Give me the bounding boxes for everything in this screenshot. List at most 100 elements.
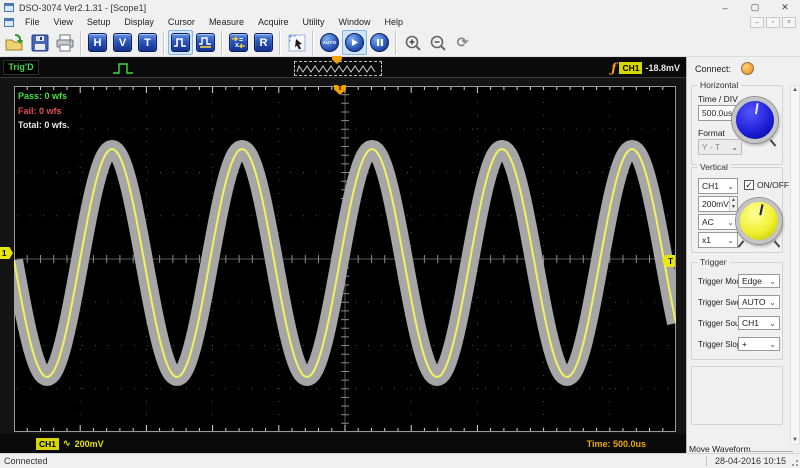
spin-down-icon[interactable]: ▼ [730,204,737,211]
horizontal-settings-button[interactable]: H [85,30,110,55]
horizontal-knob[interactable] [732,97,778,143]
channel1-position-marker[interactable]: 1 [0,247,13,259]
fail-count: Fail: 0 wfs [18,104,69,119]
onoff-label: ON/OFF [757,180,789,190]
menu-help[interactable]: Help [377,15,410,29]
zoom-in-icon [404,34,422,52]
datetime-status: 28-04-2016 10:15 [706,456,786,466]
auto-setup-button[interactable]: AUTO [317,30,342,55]
scope-status-strip: Trig'D ƒ CH1 -18.8mV [0,58,686,78]
minimize-button[interactable]: – [710,0,740,15]
volts-per-div-readout: 200mV [75,439,104,449]
save-floppy-icon [31,34,49,52]
open-file-button[interactable] [2,30,27,55]
math-xy-button[interactable]: x= [226,30,251,55]
scope-panel: Trig'D ƒ CH1 -18.8mV Pass: 0 wfs Fail: 0… [0,57,686,453]
app-icon [4,3,14,12]
menu-view[interactable]: View [47,15,80,29]
refresh-r-button[interactable]: R [251,30,276,55]
chevron-down-icon: ⌄ [731,143,738,152]
menu-setup[interactable]: Setup [80,15,118,29]
scroll-up-icon[interactable]: ▲ [791,87,799,93]
chevron-down-icon: ⌄ [769,298,776,307]
panel-scrollbar[interactable]: ▲ ▼ [790,85,800,445]
spin-up-icon[interactable]: ▲ [730,197,737,204]
move-waveform-slider[interactable] [745,451,793,452]
time-per-div-readout: Time: 500.0us [587,439,646,449]
title-bar: DSO-3074 Ver2.1.31 - [Scope1] – ▢ ✕ [0,0,800,15]
self-calibration-button[interactable]: ⟳ [450,30,475,55]
save-button[interactable] [27,30,52,55]
menu-acquire[interactable]: Acquire [251,15,296,29]
volts-div-stepper[interactable]: 200mV ▲▼ [698,196,738,212]
connect-led-icon [741,62,754,75]
letter-t-icon: T [138,33,157,52]
zoom-out-button[interactable] [425,30,450,55]
toolbar-separator [279,31,281,55]
refresh-circle-icon: ⟳ [457,34,469,51]
close-button[interactable]: ✕ [770,0,800,15]
vertical-knob[interactable] [736,198,782,244]
trigger-mode-select[interactable]: Edge⌄ [738,274,780,288]
channel1-badge: CH1 [36,438,59,450]
menu-utility[interactable]: Utility [295,15,331,29]
channel-select[interactable]: CH1⌄ [698,178,738,194]
pulse-mode-button[interactable] [168,30,193,55]
channel-onoff-checkbox[interactable]: ✓ ON/OFF [744,180,789,190]
trigger-sweep-select[interactable]: AUTO⌄ [738,295,780,309]
xy-arrows-icon: x= [231,35,246,50]
waveform-display[interactable] [14,86,676,432]
app-window: DSO-3074 Ver2.1.31 - [Scope1] – ▢ ✕ File… [0,0,800,468]
pause-button[interactable] [367,30,392,55]
horizontal-group-title: Horizontal [697,80,741,90]
menu-file[interactable]: File [18,15,47,29]
menu-window[interactable]: Window [331,15,377,29]
scope-readout-strip: CH1 ∿ 200mV Time: 500.0us [0,434,686,453]
probe-select[interactable]: x1⌄ [698,232,738,248]
checkmark-icon: ✓ [744,180,754,190]
print-button[interactable] [52,30,77,55]
menu-measure[interactable]: Measure [202,15,251,29]
svg-text:=: = [239,37,243,44]
toolbar-separator [312,31,314,55]
chevron-down-icon: ⌄ [727,218,734,227]
mdi-restore-button[interactable]: ▫ [766,17,780,28]
status-bar: Connected 28-04-2016 10:15 [0,453,800,468]
letter-v-icon: V [113,33,132,52]
connection-status: Connected [4,456,48,466]
resize-grip[interactable] [790,458,798,466]
toolbar-separator [395,31,397,55]
play-icon [350,38,359,47]
letter-r-icon: R [254,33,273,52]
menu-display[interactable]: Display [117,15,161,29]
window-title: DSO-3074 Ver2.1.31 - [Scope1] [19,3,146,13]
pulse-measure-icon [198,35,213,50]
pulse-icon [173,35,188,50]
letter-h-icon: H [88,33,107,52]
format-label: Format [698,128,725,138]
cursor-select-button[interactable] [284,30,309,55]
time-div-label: Time / DIV [698,94,738,104]
pulse-measure-button[interactable] [193,30,218,55]
trigger-settings-button[interactable]: T [135,30,160,55]
mdi-close-button[interactable]: × [782,17,796,28]
trigger-slope-icon: ƒ [611,61,616,75]
scroll-down-icon[interactable]: ▼ [791,437,799,443]
trigger-source-select[interactable]: CH1⌄ [738,316,780,330]
trigger-slope-select[interactable]: +⌄ [738,337,780,351]
mdi-minimize-button[interactable]: – [750,17,764,28]
menu-cursor[interactable]: Cursor [161,15,202,29]
control-panel: Connect: Horizontal Time / DIV 500.0us⌄ … [686,57,800,453]
empty-group [691,366,783,425]
run-button[interactable] [342,30,367,55]
coupling-select[interactable]: AC⌄ [698,214,738,230]
maximize-button[interactable]: ▢ [740,0,770,15]
waveform-preview[interactable] [294,61,382,76]
chevron-down-icon: ⌄ [769,277,776,286]
chevron-down-icon: ⌄ [727,182,734,191]
vertical-settings-button[interactable]: V [110,30,135,55]
coupling-icon: ∿ [63,438,71,449]
pass-count: Pass: 0 wfs [18,89,69,104]
zoom-in-button[interactable] [400,30,425,55]
format-select[interactable]: Y - T⌄ [698,139,742,155]
